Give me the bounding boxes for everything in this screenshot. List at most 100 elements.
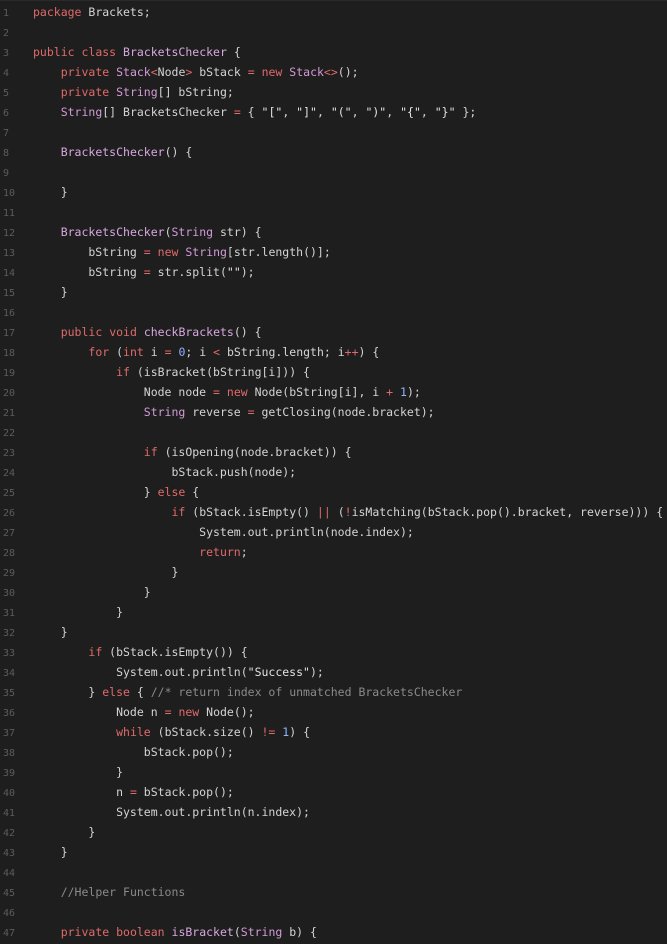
code-line[interactable]: 34 System.out.println("Success"); — [0, 662, 667, 682]
code-line[interactable]: 30 } — [0, 582, 667, 602]
code-token: ( — [164, 225, 172, 239]
code-token: } — [33, 605, 124, 619]
code-line[interactable]: 39 } — [0, 762, 667, 782]
code-line[interactable]: 24 bStack.push(node); — [0, 462, 667, 482]
code-token: Brackets; — [81, 5, 151, 19]
code-text: n = bStack.pop(); — [33, 782, 234, 802]
code-line[interactable]: 22 — [0, 422, 667, 442]
code-line[interactable]: 40 n = bStack.pop(); — [0, 782, 667, 802]
code-line[interactable]: 10 } — [0, 182, 667, 202]
code-line[interactable]: 36 Node n = new Node(); — [0, 702, 667, 722]
code-text: bStack.push(node); — [33, 462, 296, 482]
code-line[interactable]: 44 — [0, 862, 667, 882]
code-token: ; i — [185, 345, 214, 359]
code-line[interactable]: 37 while (bStack.size() != 1) { — [0, 722, 667, 742]
code-line[interactable]: 45 //Helper Functions — [0, 882, 667, 902]
code-line[interactable]: 25 } else { — [0, 482, 667, 502]
code-line[interactable]: 41 System.out.println(n.index); — [0, 802, 667, 822]
code-line[interactable]: 8 BracketsChecker() { — [0, 142, 667, 162]
code-text: bString = new String[str.length()]; — [33, 242, 330, 262]
line-number: 20 — [3, 388, 16, 399]
code-line[interactable]: 15 } — [0, 282, 667, 302]
code-line[interactable]: 19 if (isBracket(bString[i])) { — [0, 362, 667, 382]
code-line[interactable]: 21 String reverse = getClosing(node.brac… — [0, 402, 667, 422]
line-number: 19 — [3, 368, 16, 379]
code-line[interactable]: 3 public class BracketsChecker { — [0, 42, 667, 62]
code-token: (isOpening(node.bracket)) { — [157, 445, 352, 459]
code-text: String reverse = getClosing(node.bracket… — [33, 402, 435, 422]
code-token: System.out.println(n.index); — [33, 805, 310, 819]
code-token: package — [33, 5, 82, 19]
code-line[interactable]: 17 public void checkBrackets() { — [0, 322, 667, 342]
code-token: if — [143, 445, 158, 459]
code-line[interactable]: 14 bString = str.split(""); — [0, 262, 667, 282]
code-token: if — [88, 645, 103, 659]
line-number: 46 — [3, 908, 16, 919]
code-token: "(" — [330, 105, 352, 119]
code-line[interactable]: 7 — [0, 122, 667, 142]
code-line[interactable]: 31 } — [0, 602, 667, 622]
code-token: bStack — [192, 65, 248, 79]
code-line[interactable]: 6 String[] BracketsChecker = { "[", "]",… — [0, 102, 667, 122]
code-line[interactable]: 46 — [0, 902, 667, 922]
code-line[interactable]: 38 bStack.pop(); — [0, 742, 667, 762]
code-token: , — [351, 105, 366, 119]
code-line[interactable]: 13 bString = new String[str.length()]; — [0, 242, 667, 262]
line-number: 36 — [3, 708, 16, 719]
code-text: } else { //* return index of unmatched B… — [33, 682, 462, 702]
line-number: 47 — [3, 928, 16, 939]
code-line[interactable]: 2 — [0, 22, 667, 42]
code-line[interactable]: 29 } — [0, 562, 667, 582]
code-line[interactable]: 1 package Brackets; — [0, 2, 667, 22]
code-line[interactable]: 18 for (int i = 0; i < bString.length; i… — [0, 342, 667, 362]
code-line[interactable]: 27 System.out.println(node.index); — [0, 522, 667, 542]
code-line[interactable]: 5 private String[] bString; — [0, 82, 667, 102]
code-line[interactable]: 28 return; — [0, 542, 667, 562]
code-token: bStack.push(node); — [33, 465, 297, 479]
code-editor[interactable]: 1 package Brackets; 2 3 public class Bracket… — [0, 0, 667, 940]
code-token: ); — [240, 265, 255, 279]
code-line[interactable]: 12 BracketsChecker(String str) { — [0, 222, 667, 242]
code-text: if (isBracket(bString[i])) { — [33, 362, 310, 382]
code-token: ); — [406, 385, 421, 399]
line-number: 12 — [3, 228, 16, 239]
code-text: } — [33, 822, 95, 842]
code-line[interactable]: 23 if (isOpening(node.bracket)) { — [0, 442, 667, 462]
code-text: System.out.println("Success"); — [33, 662, 324, 682]
code-token: Node(); — [199, 705, 255, 719]
code-line[interactable]: 32 } — [0, 622, 667, 642]
code-token: [] BracketsChecker — [102, 105, 234, 119]
code-text: Node node = new Node(bString[i], i + 1); — [33, 382, 421, 402]
code-line[interactable]: 9 — [0, 162, 667, 182]
code-text: if (bStack.isEmpty() || (!isMatching(bSt… — [33, 502, 663, 522]
code-line[interactable]: 42 } — [0, 822, 667, 842]
code-line[interactable]: 16 — [0, 302, 667, 322]
code-line[interactable]: 4 private Stack<Node> bStack = new Stack… — [0, 62, 667, 82]
code-text: if (bStack.isEmpty()) { — [33, 642, 247, 662]
code-line[interactable]: 35 } else { //* return index of unmatche… — [0, 682, 667, 702]
code-token: getClosing(node.bracket); — [254, 405, 435, 419]
code-line[interactable]: 20 Node node = new Node(bString[i], i + … — [0, 382, 667, 402]
code-line[interactable]: 11 — [0, 202, 667, 222]
code-line[interactable]: 33 if (bStack.isEmpty()) { — [0, 642, 667, 662]
line-number: 23 — [3, 448, 16, 459]
code-token: "Success" — [247, 665, 310, 679]
code-line[interactable]: 47 private boolean isBracket(String b) { — [0, 922, 667, 942]
line-number: 1 — [3, 8, 10, 19]
code-token: () { — [233, 325, 262, 339]
code-token: = — [247, 405, 255, 419]
code-token: if — [171, 505, 186, 519]
code-line[interactable]: 26 if (bStack.isEmpty() || (!isMatching(… — [0, 502, 667, 522]
code-token: { — [185, 485, 200, 499]
line-number: 33 — [3, 648, 16, 659]
code-line[interactable]: 43 } — [0, 842, 667, 862]
code-token: str) { — [213, 225, 262, 239]
line-number: 13 — [3, 248, 16, 259]
code-token: //* return index of unmatched BracketsCh… — [150, 685, 463, 699]
